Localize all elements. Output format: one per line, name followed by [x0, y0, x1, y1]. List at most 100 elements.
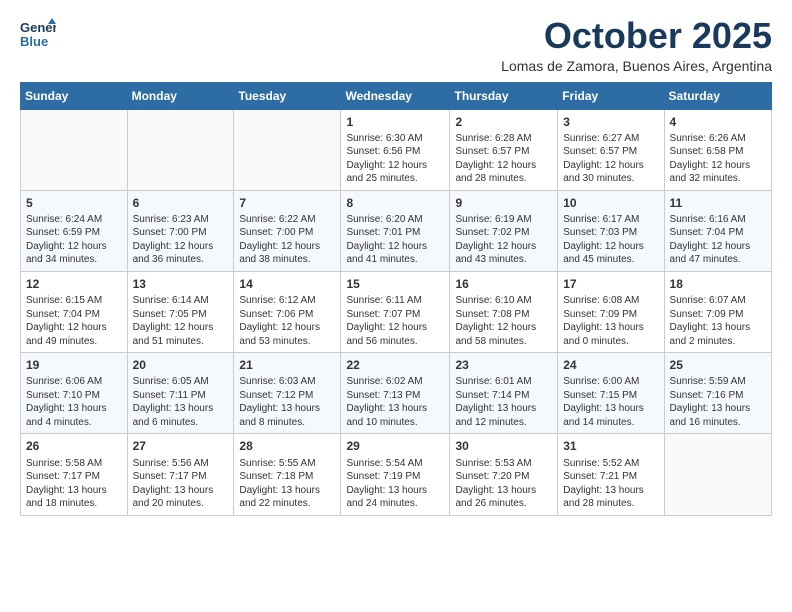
day-info: and 10 minutes.	[346, 416, 444, 430]
day-info: Daylight: 12 hours	[563, 240, 658, 254]
day-info: Sunrise: 6:02 AM	[346, 375, 444, 389]
weekday-header-sunday: Sunday	[21, 82, 128, 109]
day-info: and 2 minutes.	[670, 335, 766, 349]
calendar-cell: 14Sunrise: 6:12 AMSunset: 7:06 PMDayligh…	[234, 271, 341, 352]
calendar-cell: 10Sunrise: 6:17 AMSunset: 7:03 PMDayligh…	[558, 190, 664, 271]
day-info: and 34 minutes.	[26, 253, 122, 267]
day-number: 27	[133, 438, 229, 454]
day-info: Sunset: 7:00 PM	[239, 226, 335, 240]
calendar-cell: 8Sunrise: 6:20 AMSunset: 7:01 PMDaylight…	[341, 190, 450, 271]
month-title: October 2025	[501, 16, 772, 56]
day-info: Daylight: 12 hours	[133, 240, 229, 254]
day-info: Sunrise: 6:30 AM	[346, 132, 444, 146]
day-info: Sunset: 7:17 PM	[26, 470, 122, 484]
day-number: 8	[346, 195, 444, 211]
day-info: and 12 minutes.	[455, 416, 552, 430]
calendar-cell: 24Sunrise: 6:00 AMSunset: 7:15 PMDayligh…	[558, 353, 664, 434]
day-info: Sunset: 7:20 PM	[455, 470, 552, 484]
day-number: 15	[346, 276, 444, 292]
day-info: Sunrise: 6:27 AM	[563, 132, 658, 146]
day-info: Sunrise: 5:58 AM	[26, 457, 122, 471]
day-info: and 43 minutes.	[455, 253, 552, 267]
day-info: Daylight: 12 hours	[670, 240, 766, 254]
calendar-table: SundayMondayTuesdayWednesdayThursdayFrid…	[20, 82, 772, 516]
day-info: Sunrise: 6:14 AM	[133, 294, 229, 308]
day-info: and 20 minutes.	[133, 497, 229, 511]
calendar-cell: 4Sunrise: 6:26 AMSunset: 6:58 PMDaylight…	[664, 109, 771, 190]
day-number: 14	[239, 276, 335, 292]
day-number: 6	[133, 195, 229, 211]
week-row-2: 5Sunrise: 6:24 AMSunset: 6:59 PMDaylight…	[21, 190, 772, 271]
day-number: 1	[346, 114, 444, 130]
day-info: Sunrise: 5:52 AM	[563, 457, 658, 471]
day-number: 24	[563, 357, 658, 373]
day-info: Daylight: 12 hours	[346, 240, 444, 254]
day-info: and 26 minutes.	[455, 497, 552, 511]
day-info: Sunrise: 6:28 AM	[455, 132, 552, 146]
day-info: Daylight: 13 hours	[563, 402, 658, 416]
calendar-cell: 1Sunrise: 6:30 AMSunset: 6:56 PMDaylight…	[341, 109, 450, 190]
day-info: Sunrise: 6:07 AM	[670, 294, 766, 308]
day-info: and 47 minutes.	[670, 253, 766, 267]
calendar-cell: 13Sunrise: 6:14 AMSunset: 7:05 PMDayligh…	[127, 271, 234, 352]
weekday-header-tuesday: Tuesday	[234, 82, 341, 109]
day-info: Sunset: 7:12 PM	[239, 389, 335, 403]
day-number: 12	[26, 276, 122, 292]
day-info: Sunrise: 6:26 AM	[670, 132, 766, 146]
calendar-cell	[234, 109, 341, 190]
day-info: Sunset: 7:03 PM	[563, 226, 658, 240]
day-info: and 53 minutes.	[239, 335, 335, 349]
calendar-cell: 23Sunrise: 6:01 AMSunset: 7:14 PMDayligh…	[450, 353, 558, 434]
day-info: Sunrise: 5:59 AM	[670, 375, 766, 389]
day-number: 2	[455, 114, 552, 130]
day-info: Sunrise: 6:24 AM	[26, 213, 122, 227]
day-info: Daylight: 13 hours	[346, 402, 444, 416]
day-info: and 28 minutes.	[455, 172, 552, 186]
day-number: 18	[670, 276, 766, 292]
day-info: Daylight: 13 hours	[133, 402, 229, 416]
day-info: Sunset: 7:00 PM	[133, 226, 229, 240]
day-info: Daylight: 13 hours	[563, 321, 658, 335]
day-number: 5	[26, 195, 122, 211]
calendar-cell: 6Sunrise: 6:23 AMSunset: 7:00 PMDaylight…	[127, 190, 234, 271]
day-info: Daylight: 13 hours	[239, 402, 335, 416]
day-info: Daylight: 13 hours	[239, 484, 335, 498]
day-info: Sunset: 7:15 PM	[563, 389, 658, 403]
day-info: and 16 minutes.	[670, 416, 766, 430]
page-container: General Blue October 2025 Lomas de Zamor…	[0, 0, 792, 532]
week-row-3: 12Sunrise: 6:15 AMSunset: 7:04 PMDayligh…	[21, 271, 772, 352]
calendar-cell: 17Sunrise: 6:08 AMSunset: 7:09 PMDayligh…	[558, 271, 664, 352]
day-info: and 8 minutes.	[239, 416, 335, 430]
day-info: Daylight: 13 hours	[455, 402, 552, 416]
calendar-cell	[21, 109, 128, 190]
day-info: Sunrise: 6:05 AM	[133, 375, 229, 389]
calendar-cell: 30Sunrise: 5:53 AMSunset: 7:20 PMDayligh…	[450, 434, 558, 515]
weekday-header-monday: Monday	[127, 82, 234, 109]
calendar-cell: 2Sunrise: 6:28 AMSunset: 6:57 PMDaylight…	[450, 109, 558, 190]
day-info: and 6 minutes.	[133, 416, 229, 430]
day-info: Daylight: 12 hours	[346, 159, 444, 173]
day-info: and 28 minutes.	[563, 497, 658, 511]
day-info: Daylight: 12 hours	[455, 321, 552, 335]
day-info: Daylight: 12 hours	[133, 321, 229, 335]
day-info: Daylight: 12 hours	[563, 159, 658, 173]
day-info: and 32 minutes.	[670, 172, 766, 186]
day-info: and 18 minutes.	[26, 497, 122, 511]
calendar-cell: 29Sunrise: 5:54 AMSunset: 7:19 PMDayligh…	[341, 434, 450, 515]
day-info: Sunset: 7:14 PM	[455, 389, 552, 403]
day-info: Sunrise: 5:53 AM	[455, 457, 552, 471]
day-info: Daylight: 13 hours	[455, 484, 552, 498]
weekday-header-row: SundayMondayTuesdayWednesdayThursdayFrid…	[21, 82, 772, 109]
day-info: Sunset: 7:16 PM	[670, 389, 766, 403]
calendar-cell	[664, 434, 771, 515]
day-info: and 22 minutes.	[239, 497, 335, 511]
day-info: Sunset: 7:04 PM	[670, 226, 766, 240]
day-info: Sunrise: 6:16 AM	[670, 213, 766, 227]
calendar-cell: 18Sunrise: 6:07 AMSunset: 7:09 PMDayligh…	[664, 271, 771, 352]
svg-text:Blue: Blue	[20, 34, 48, 49]
day-info: Daylight: 12 hours	[239, 240, 335, 254]
day-info: and 45 minutes.	[563, 253, 658, 267]
title-block: October 2025 Lomas de Zamora, Buenos Air…	[501, 16, 772, 74]
day-info: Sunrise: 5:54 AM	[346, 457, 444, 471]
day-info: Sunset: 7:18 PM	[239, 470, 335, 484]
